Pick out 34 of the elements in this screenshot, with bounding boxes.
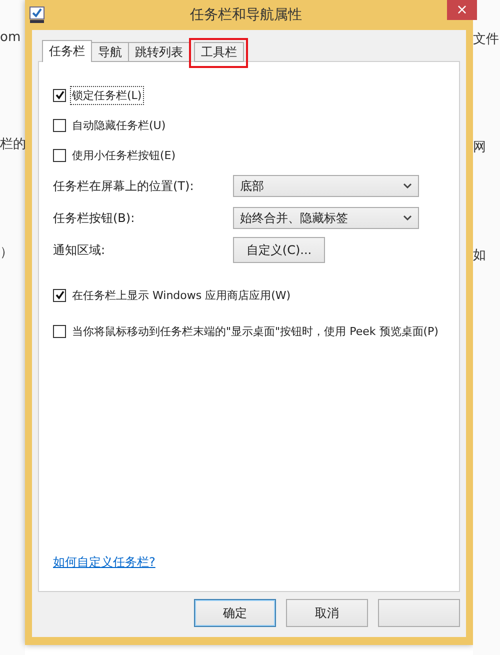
customize-button[interactable]: 自定义(C)... <box>233 237 325 263</box>
dialog-button[interactable]: 确定 <box>194 599 276 627</box>
tab[interactable]: 导航 <box>91 42 129 62</box>
checkbox-label[interactable]: 使用小任务栏按钮(E) <box>70 146 178 164</box>
field-label: 任务栏在屏幕上的位置(T): <box>53 178 195 194</box>
background-text: 如 <box>473 247 487 264</box>
background-text: 栏的 <box>0 136 25 153</box>
background-text: om <box>0 30 22 45</box>
background-text: 文件 <box>473 31 500 48</box>
checkbox-label[interactable]: 锁定任务栏(L) <box>70 86 144 104</box>
background-text: ） <box>0 244 14 261</box>
help-link[interactable]: 如何自定义任务栏? <box>53 555 156 569</box>
chevron-icon <box>403 215 412 221</box>
checkbox[interactable] <box>53 88 66 102</box>
window-title: 任务栏和导航属性 <box>189 6 303 24</box>
checkbox[interactable] <box>53 118 66 132</box>
field-label: 通知区域: <box>53 242 106 258</box>
dropdown[interactable]: 始终合并、隐藏标签 <box>233 207 419 229</box>
checkbox[interactable] <box>53 148 66 162</box>
tab[interactable]: 工具栏 <box>194 42 244 62</box>
tab[interactable]: 跳转列表 <box>128 42 190 62</box>
field-label: 任务栏按钮(B): <box>53 210 136 226</box>
app-icon <box>29 6 45 24</box>
background-text: 网 <box>473 139 487 156</box>
checkbox[interactable] <box>53 324 66 338</box>
dropdown[interactable]: 底部 <box>233 175 419 197</box>
checkbox-label[interactable]: 在任务栏上显示 Windows 应用商店应用(W) <box>70 286 293 304</box>
tab[interactable]: 任务栏 <box>42 40 92 62</box>
checkbox-label[interactable]: 自动隐藏任务栏(U) <box>70 116 168 134</box>
chevron-icon <box>403 183 412 189</box>
checkbox-label[interactable]: 当你将鼠标移动到任务栏末端的"显示桌面"按钮时，使用 Peek 预览桌面(P) <box>70 322 440 340</box>
close-button[interactable]: × <box>447 0 477 20</box>
dialog-button[interactable]: 取消 <box>286 599 368 627</box>
checkbox[interactable] <box>53 288 66 302</box>
